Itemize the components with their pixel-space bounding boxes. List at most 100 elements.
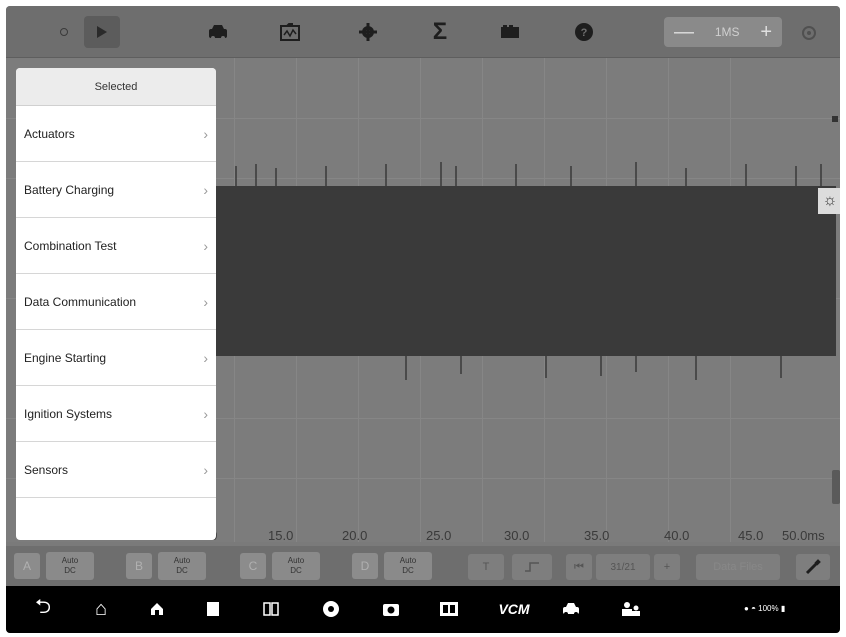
home-icon: ⌂: [94, 597, 108, 620]
x-axis-label: 25.0: [426, 528, 452, 543]
channel-a-toggle[interactable]: A: [14, 553, 40, 579]
menu-item-combination-test[interactable]: Combination Test ›: [16, 218, 216, 274]
x-axis-label: 15.0: [268, 528, 294, 543]
play-button[interactable]: [84, 16, 120, 48]
settings-button[interactable]: [352, 16, 384, 48]
mode-coupling: DC: [176, 566, 188, 575]
vertical-scroll-handle[interactable]: [832, 470, 840, 504]
car-icon: [209, 25, 227, 40]
system-navbar: ⮌ ⌂ VCM ● ◓ 100% ▮: [6, 586, 840, 633]
help-icon: ?: [575, 23, 593, 41]
car-icon: [563, 603, 579, 616]
chevron-right-icon: ›: [203, 237, 208, 254]
plus-icon: +: [663, 561, 671, 573]
settings-small-icon: [802, 26, 816, 40]
timebase-control: — 1MS +: [664, 17, 782, 47]
trigger-button[interactable]: T: [468, 554, 504, 580]
x-axis-label: 45.0: [738, 528, 764, 543]
record-screen-icon: [440, 602, 458, 616]
x-axis-label: 20.0: [342, 528, 368, 543]
menu-item-label: Battery Charging: [24, 182, 115, 197]
menu-item-actuators[interactable]: Actuators ›: [16, 106, 216, 162]
channel-d-toggle[interactable]: D: [352, 553, 378, 579]
x-axis-label: 50.0ms: [782, 528, 825, 543]
wifi-icon: ◓: [751, 604, 756, 613]
options-button[interactable]: [796, 20, 822, 46]
timebase-increase-button[interactable]: +: [760, 21, 772, 44]
corner-indicator-icon: [832, 116, 838, 122]
split-screen-button[interactable]: [256, 596, 286, 622]
menu-item-label: Ignition Systems: [24, 406, 113, 421]
browser-button[interactable]: [316, 596, 346, 622]
split-icon: [263, 602, 279, 616]
channel-d-mode[interactable]: Auto DC: [384, 552, 432, 580]
menu-item-engine-starting[interactable]: Engine Starting ›: [16, 330, 216, 386]
channel-a-mode[interactable]: Auto DC: [46, 552, 94, 580]
menu-item-label: Actuators: [24, 126, 75, 141]
trigger-edge-button[interactable]: [512, 554, 552, 580]
channel-d[interactable]: D Auto DC: [352, 552, 432, 580]
menu-item-data-communication[interactable]: Data Communication ›: [16, 274, 216, 330]
status-area: ● ◓ 100% ▮: [744, 604, 785, 613]
top-toolbar: Σ ? — 1MS +: [6, 6, 840, 58]
location-icon: ●: [744, 604, 749, 613]
menu-item-sensors[interactable]: Sensors ›: [16, 442, 216, 498]
record-indicator-icon: [60, 28, 68, 36]
x-axis-label: 40.0: [664, 528, 690, 543]
recent-apps-button[interactable]: [198, 596, 228, 622]
probe-button[interactable]: [796, 554, 830, 580]
timebase-decrease-button[interactable]: —: [674, 21, 694, 44]
help-button[interactable]: ?: [568, 16, 600, 48]
save-button[interactable]: [494, 16, 526, 48]
gear-icon: [359, 23, 377, 41]
chrome-icon: [323, 601, 339, 617]
probe-icon: [805, 559, 821, 575]
mode-coupling: DC: [64, 566, 76, 575]
dropdown-header: Selected: [16, 68, 216, 106]
brightness-button[interactable]: ☼: [818, 188, 840, 214]
mode-range: Auto: [399, 556, 417, 565]
channel-b-toggle[interactable]: B: [126, 553, 152, 579]
channel-c[interactable]: C Auto DC: [240, 552, 320, 580]
camera-icon: [383, 604, 399, 616]
page-number: 31/21: [610, 561, 636, 573]
vcm-button[interactable]: VCM: [494, 596, 534, 622]
skip-back-icon: ⏮: [574, 560, 584, 573]
menu-item-battery-charging[interactable]: Battery Charging ›: [16, 162, 216, 218]
channel-c-mode[interactable]: Auto DC: [272, 552, 320, 580]
battery-text: 100%: [758, 604, 779, 613]
vehicle-nav-button[interactable]: [556, 596, 586, 622]
channel-b[interactable]: B Auto DC: [126, 552, 206, 580]
measurement-button[interactable]: Σ: [424, 16, 456, 48]
film-icon: [501, 25, 519, 38]
vehicle-button[interactable]: [202, 16, 234, 48]
channel-c-toggle[interactable]: C: [240, 553, 266, 579]
home-alt-button[interactable]: [142, 596, 172, 622]
back-button[interactable]: ⮌: [28, 596, 58, 622]
next-page-button[interactable]: +: [654, 554, 680, 580]
menu-item-label: Combination Test: [24, 238, 117, 253]
channel-bar: A Auto DC B Auto DC C Auto DC D Auto DC T ⏮ …: [6, 546, 840, 586]
first-page-button[interactable]: ⏮: [566, 554, 592, 580]
category-dropdown: Selected Actuators › Battery Charging › Co…: [16, 68, 216, 540]
sigma-icon: Σ: [432, 18, 448, 45]
waveform-spikes: [235, 162, 822, 380]
mode-coupling: DC: [290, 566, 302, 575]
remote-expert-button[interactable]: [616, 596, 646, 622]
chevron-right-icon: ›: [203, 181, 208, 198]
channel-a[interactable]: A Auto DC: [14, 552, 94, 580]
menu-item-label: Sensors: [24, 462, 69, 477]
channel-b-mode[interactable]: Auto DC: [158, 552, 206, 580]
back-arrow-icon: ⮌: [34, 596, 52, 618]
x-axis-label: 35.0: [584, 528, 610, 543]
timebase-value: 1MS: [714, 25, 740, 39]
screen-record-button[interactable]: [434, 596, 464, 622]
home-button[interactable]: ⌂: [86, 596, 116, 622]
data-files-button[interactable]: Data Files: [696, 554, 780, 580]
square-icon: [207, 602, 219, 616]
chevron-right-icon: ›: [203, 461, 208, 478]
waveform-library-button[interactable]: [274, 16, 306, 48]
menu-item-ignition-systems[interactable]: Ignition Systems ›: [16, 386, 216, 442]
tablet-screen: Σ ? — 1MS + ☼ 15.0 20.0 25.0 30.0 35.0 4…: [6, 6, 840, 633]
screenshot-button[interactable]: [376, 596, 406, 622]
